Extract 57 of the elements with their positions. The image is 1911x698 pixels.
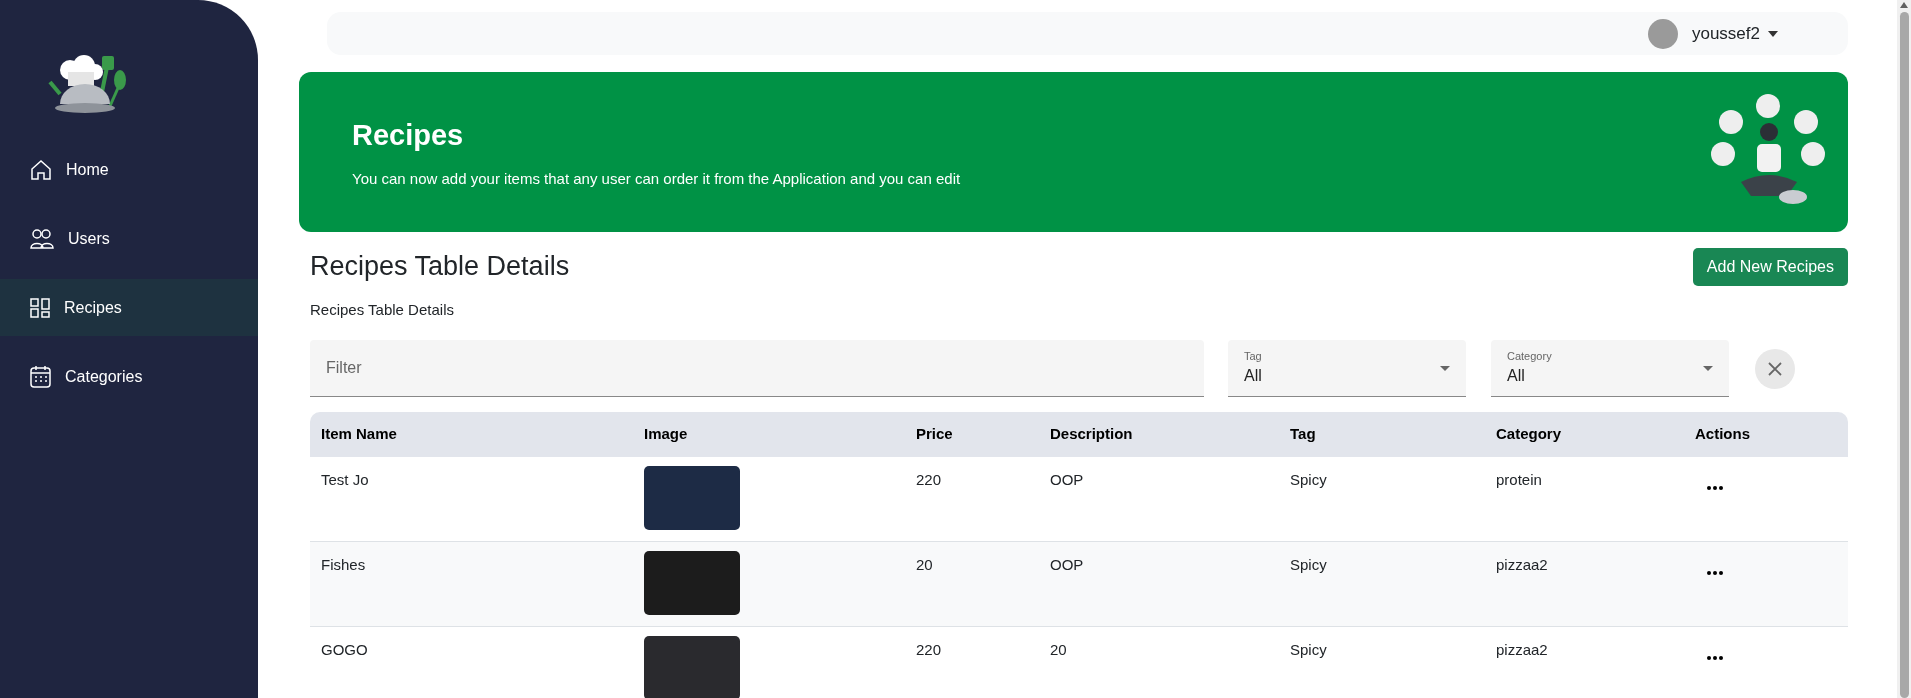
more-icon bbox=[1707, 486, 1723, 490]
grid-icon bbox=[30, 297, 50, 318]
column-header: Price bbox=[916, 424, 954, 445]
column-header: Category bbox=[1496, 424, 1563, 445]
category-select-value: All bbox=[1507, 366, 1526, 387]
table-cell-text: Fishes bbox=[321, 555, 367, 575]
sidebar-item[interactable]: Recipes bbox=[0, 279, 258, 336]
table-cell-text: GOGO bbox=[321, 640, 369, 660]
table-cell-text: 20 bbox=[916, 555, 934, 575]
more-actions-button[interactable] bbox=[1705, 653, 1725, 663]
sidebar-item[interactable]: Categories bbox=[0, 348, 258, 405]
table-cell-text: Spicy bbox=[1290, 470, 1328, 490]
add-recipe-button[interactable]: Add New Recipes bbox=[1692, 248, 1848, 286]
banner-title: Recipes bbox=[352, 118, 465, 153]
category-select[interactable]: Category All bbox=[1491, 340, 1729, 397]
column-header: Item Name bbox=[321, 424, 398, 445]
user-menu[interactable]: youssef2 bbox=[1691, 20, 1778, 47]
tag-select-value: All bbox=[1244, 366, 1262, 387]
column-header: Description bbox=[1050, 424, 1134, 445]
more-actions-button[interactable] bbox=[1705, 568, 1725, 578]
table-cell-text: Spicy bbox=[1290, 640, 1328, 660]
calendar-icon bbox=[30, 365, 51, 388]
dropdown-caret-icon bbox=[1703, 365, 1713, 371]
column-header: Image bbox=[644, 424, 689, 445]
column-header: Actions bbox=[1695, 424, 1751, 445]
home-icon bbox=[30, 158, 52, 181]
close-icon bbox=[1768, 361, 1782, 376]
table-cell-text: OOP bbox=[1050, 555, 1085, 575]
table-cell-text: protein bbox=[1496, 470, 1543, 490]
sidebar-item[interactable]: Users bbox=[0, 210, 258, 267]
scroll-up-arrow-icon[interactable] bbox=[1900, 2, 1908, 8]
table-cell-text: pizzaa2 bbox=[1496, 555, 1549, 575]
table-cell-text: pizzaa2 bbox=[1496, 640, 1549, 660]
table-cell-text: Test Jo bbox=[321, 470, 370, 490]
table-cell-text: Spicy bbox=[1290, 555, 1328, 575]
dropdown-caret-icon bbox=[1440, 365, 1450, 371]
column-header: Tag bbox=[1290, 424, 1317, 445]
section-title: Recipes Table Details bbox=[310, 250, 570, 283]
more-actions-button[interactable] bbox=[1705, 483, 1725, 493]
caret-icon bbox=[1768, 30, 1778, 37]
users-icon bbox=[30, 228, 54, 249]
table-cell-text: OOP bbox=[1050, 470, 1085, 490]
scrollbar-thumb[interactable] bbox=[1899, 12, 1909, 698]
tag-select[interactable]: Tag All bbox=[1228, 340, 1466, 397]
banner-subtitle: You can now add your items that any user can order it from the Application and you can edit bbox=[352, 168, 961, 189]
category-select-label: Category bbox=[1507, 348, 1552, 364]
sidebar-item[interactable]: Home bbox=[0, 141, 258, 198]
more-icon bbox=[1707, 571, 1723, 575]
table-cell-text: 220 bbox=[916, 470, 943, 490]
table-cell-text: 20 bbox=[1050, 640, 1068, 660]
tag-select-label: Tag bbox=[1244, 348, 1262, 364]
more-icon bbox=[1707, 656, 1723, 660]
filter-field[interactable]: Filter bbox=[310, 340, 1204, 397]
clear-filters-button[interactable] bbox=[1755, 348, 1795, 389]
section-subtitle: Recipes Table Details bbox=[310, 299, 455, 320]
avatar[interactable] bbox=[1647, 18, 1678, 49]
table-cell-text: 220 bbox=[916, 640, 943, 660]
